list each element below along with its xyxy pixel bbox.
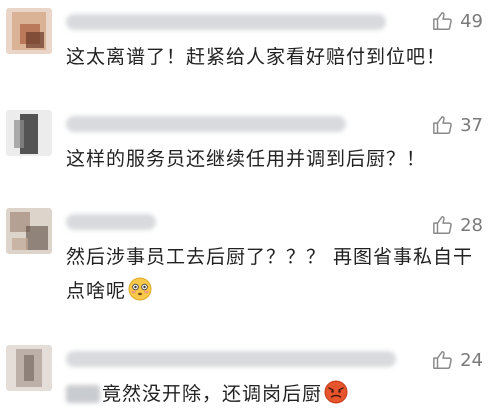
comment-feed: 49 这太离谱了！赶紧给人家看好赔付到位吧！ 37 这样的服务员还继续任用并调到… bbox=[0, 0, 495, 420]
comment-item: 24 竟然没开除，还调岗后厨 bbox=[0, 335, 495, 420]
comment-item: 37 这样的服务员还继续任用并调到后厨？！ bbox=[0, 100, 495, 195]
username[interactable] bbox=[66, 351, 396, 367]
username[interactable] bbox=[66, 214, 156, 230]
like-button[interactable]: 49 bbox=[432, 10, 483, 32]
like-count: 24 bbox=[460, 349, 483, 371]
like-button[interactable]: 37 bbox=[432, 114, 483, 136]
comment-text-body: 竟然没开除，还调岗后厨 bbox=[102, 383, 323, 405]
like-count: 49 bbox=[460, 10, 483, 32]
username[interactable] bbox=[66, 14, 386, 30]
avatar[interactable] bbox=[6, 345, 52, 391]
comment-text: 这太离谱了！赶紧给人家看好赔付到位吧！ bbox=[66, 46, 447, 68]
avatar[interactable] bbox=[6, 8, 52, 54]
flushed-face-icon bbox=[128, 277, 152, 301]
like-button[interactable]: 28 bbox=[432, 214, 483, 236]
comment-text: 这样的服务员还继续任用并调到后厨？！ bbox=[66, 148, 427, 170]
username[interactable] bbox=[66, 116, 346, 132]
blurred-mention bbox=[66, 385, 100, 403]
thumbs-up-icon bbox=[433, 351, 452, 369]
thumbs-up-icon bbox=[433, 216, 452, 234]
comment-item: 28 然后涉事员工去后厨了？？？ 再图省事私自干点啥呢 bbox=[0, 200, 495, 325]
thumbs-up-icon bbox=[433, 12, 452, 30]
like-button[interactable]: 24 bbox=[432, 349, 483, 371]
comment-item: 49 这太离谱了！赶紧给人家看好赔付到位吧！ bbox=[0, 0, 495, 90]
comment-text: 竟然没开除，还调岗后厨 bbox=[66, 377, 481, 411]
comment-text: 然后涉事员工去后厨了？？？ 再图省事私自干点啥呢 bbox=[66, 240, 481, 308]
angry-face-icon bbox=[324, 380, 348, 404]
avatar[interactable] bbox=[6, 208, 52, 254]
avatar[interactable] bbox=[6, 110, 52, 156]
like-count: 28 bbox=[460, 214, 483, 236]
like-count: 37 bbox=[460, 114, 483, 136]
thumbs-up-icon bbox=[433, 116, 452, 134]
